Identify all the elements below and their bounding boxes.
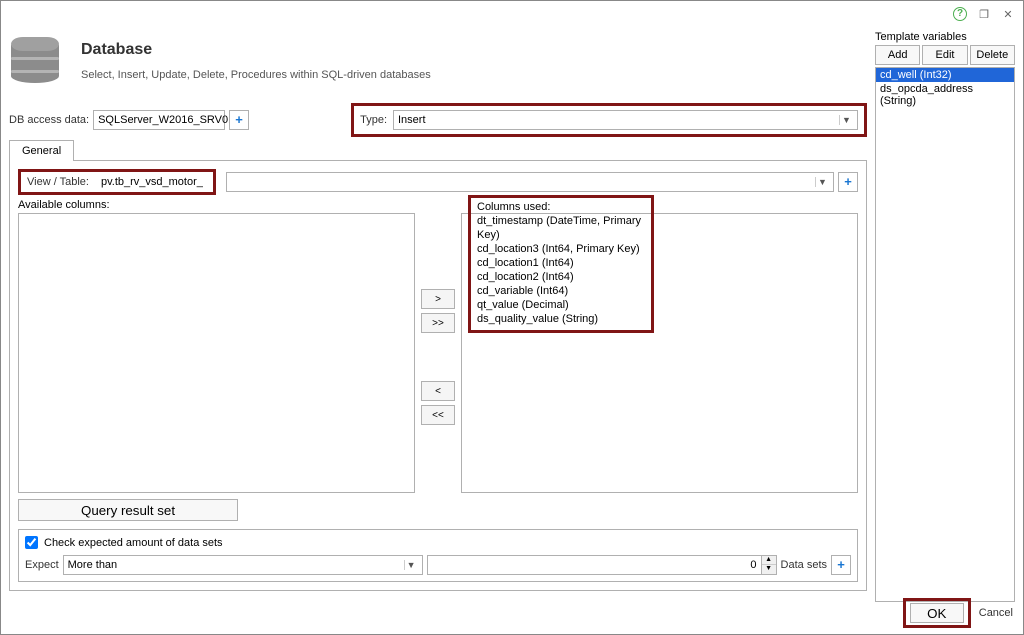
available-columns-list[interactable]: [18, 213, 415, 493]
chevron-down-icon[interactable]: ▼: [815, 177, 829, 187]
tv-add-button[interactable]: Add: [875, 45, 920, 65]
maximize-icon[interactable]: ❐: [977, 7, 991, 21]
template-vars-header: Template variables: [875, 31, 1015, 43]
chevron-down-icon[interactable]: ▼: [839, 115, 853, 125]
used-col-item[interactable]: cd_variable (Int64): [477, 284, 645, 298]
used-col-item[interactable]: cd_location3 (Int64, Primary Key): [477, 242, 645, 256]
close-icon[interactable]: ✕: [1001, 7, 1015, 21]
move-all-left-button[interactable]: <<: [421, 405, 455, 425]
used-col-item[interactable]: cd_location1 (Int64): [477, 256, 645, 270]
viewtable-input[interactable]: [97, 174, 207, 190]
ok-button[interactable]: OK: [910, 603, 964, 623]
move-all-right-button[interactable]: >>: [421, 313, 455, 333]
move-right-button[interactable]: >: [421, 289, 455, 309]
page-subtitle: Select, Insert, Update, Delete, Procedur…: [81, 69, 431, 81]
db-access-value: SQLServer_W2016_SRV01: [98, 114, 234, 126]
check-expected-label: Check expected amount of data sets: [44, 537, 223, 549]
used-col-item[interactable]: qt_value (Decimal): [477, 298, 645, 312]
type-value: Insert: [398, 114, 426, 126]
template-vars-list[interactable]: cd_well (Int32) ds_opcda_address (String…: [875, 67, 1015, 602]
add-expect-button[interactable]: +: [831, 555, 851, 575]
available-columns-label: Available columns:: [18, 199, 415, 211]
tab-general[interactable]: General: [9, 140, 74, 161]
help-icon[interactable]: ?: [953, 7, 967, 21]
db-access-select[interactable]: SQLServer_W2016_SRV01 ▼: [93, 110, 225, 130]
used-col-item[interactable]: cd_location2 (Int64): [477, 270, 645, 284]
tv-item-selected[interactable]: cd_well (Int32): [876, 68, 1014, 82]
tv-delete-button[interactable]: Delete: [970, 45, 1015, 65]
tv-edit-button[interactable]: Edit: [922, 45, 967, 65]
used-col-item[interactable]: dt_timestamp (DateTime, Primary Key): [477, 214, 645, 242]
type-label: Type:: [360, 114, 387, 126]
db-access-label: DB access data:: [9, 114, 89, 126]
database-icon: [11, 37, 61, 93]
expect-mode-select[interactable]: More than ▼: [63, 555, 423, 575]
cancel-button[interactable]: Cancel: [979, 607, 1013, 619]
spin-down-icon[interactable]: ▼: [762, 565, 776, 574]
used-columns-label: Columns used:: [477, 200, 645, 214]
expect-count-input[interactable]: [427, 555, 762, 575]
expect-label: Expect: [25, 559, 59, 571]
spin-up-icon[interactable]: ▲: [762, 556, 776, 565]
datasets-label: Data sets: [781, 559, 827, 571]
viewtable-select-remainder[interactable]: ▼: [226, 172, 834, 192]
used-col-item[interactable]: ds_quality_value (String): [477, 312, 645, 326]
viewtable-label: View / Table:: [27, 176, 89, 188]
chevron-down-icon[interactable]: ▼: [404, 560, 418, 570]
add-table-button[interactable]: +: [838, 172, 858, 192]
query-result-set-button[interactable]: Query result set: [18, 499, 238, 521]
move-left-button[interactable]: <: [421, 381, 455, 401]
tv-item[interactable]: ds_opcda_address (String): [876, 82, 1014, 108]
type-select[interactable]: Insert ▼: [393, 110, 858, 130]
check-expected-checkbox[interactable]: [25, 536, 38, 549]
page-title: Database: [81, 41, 431, 59]
expect-mode-value: More than: [68, 559, 118, 571]
add-access-button[interactable]: +: [229, 110, 249, 130]
